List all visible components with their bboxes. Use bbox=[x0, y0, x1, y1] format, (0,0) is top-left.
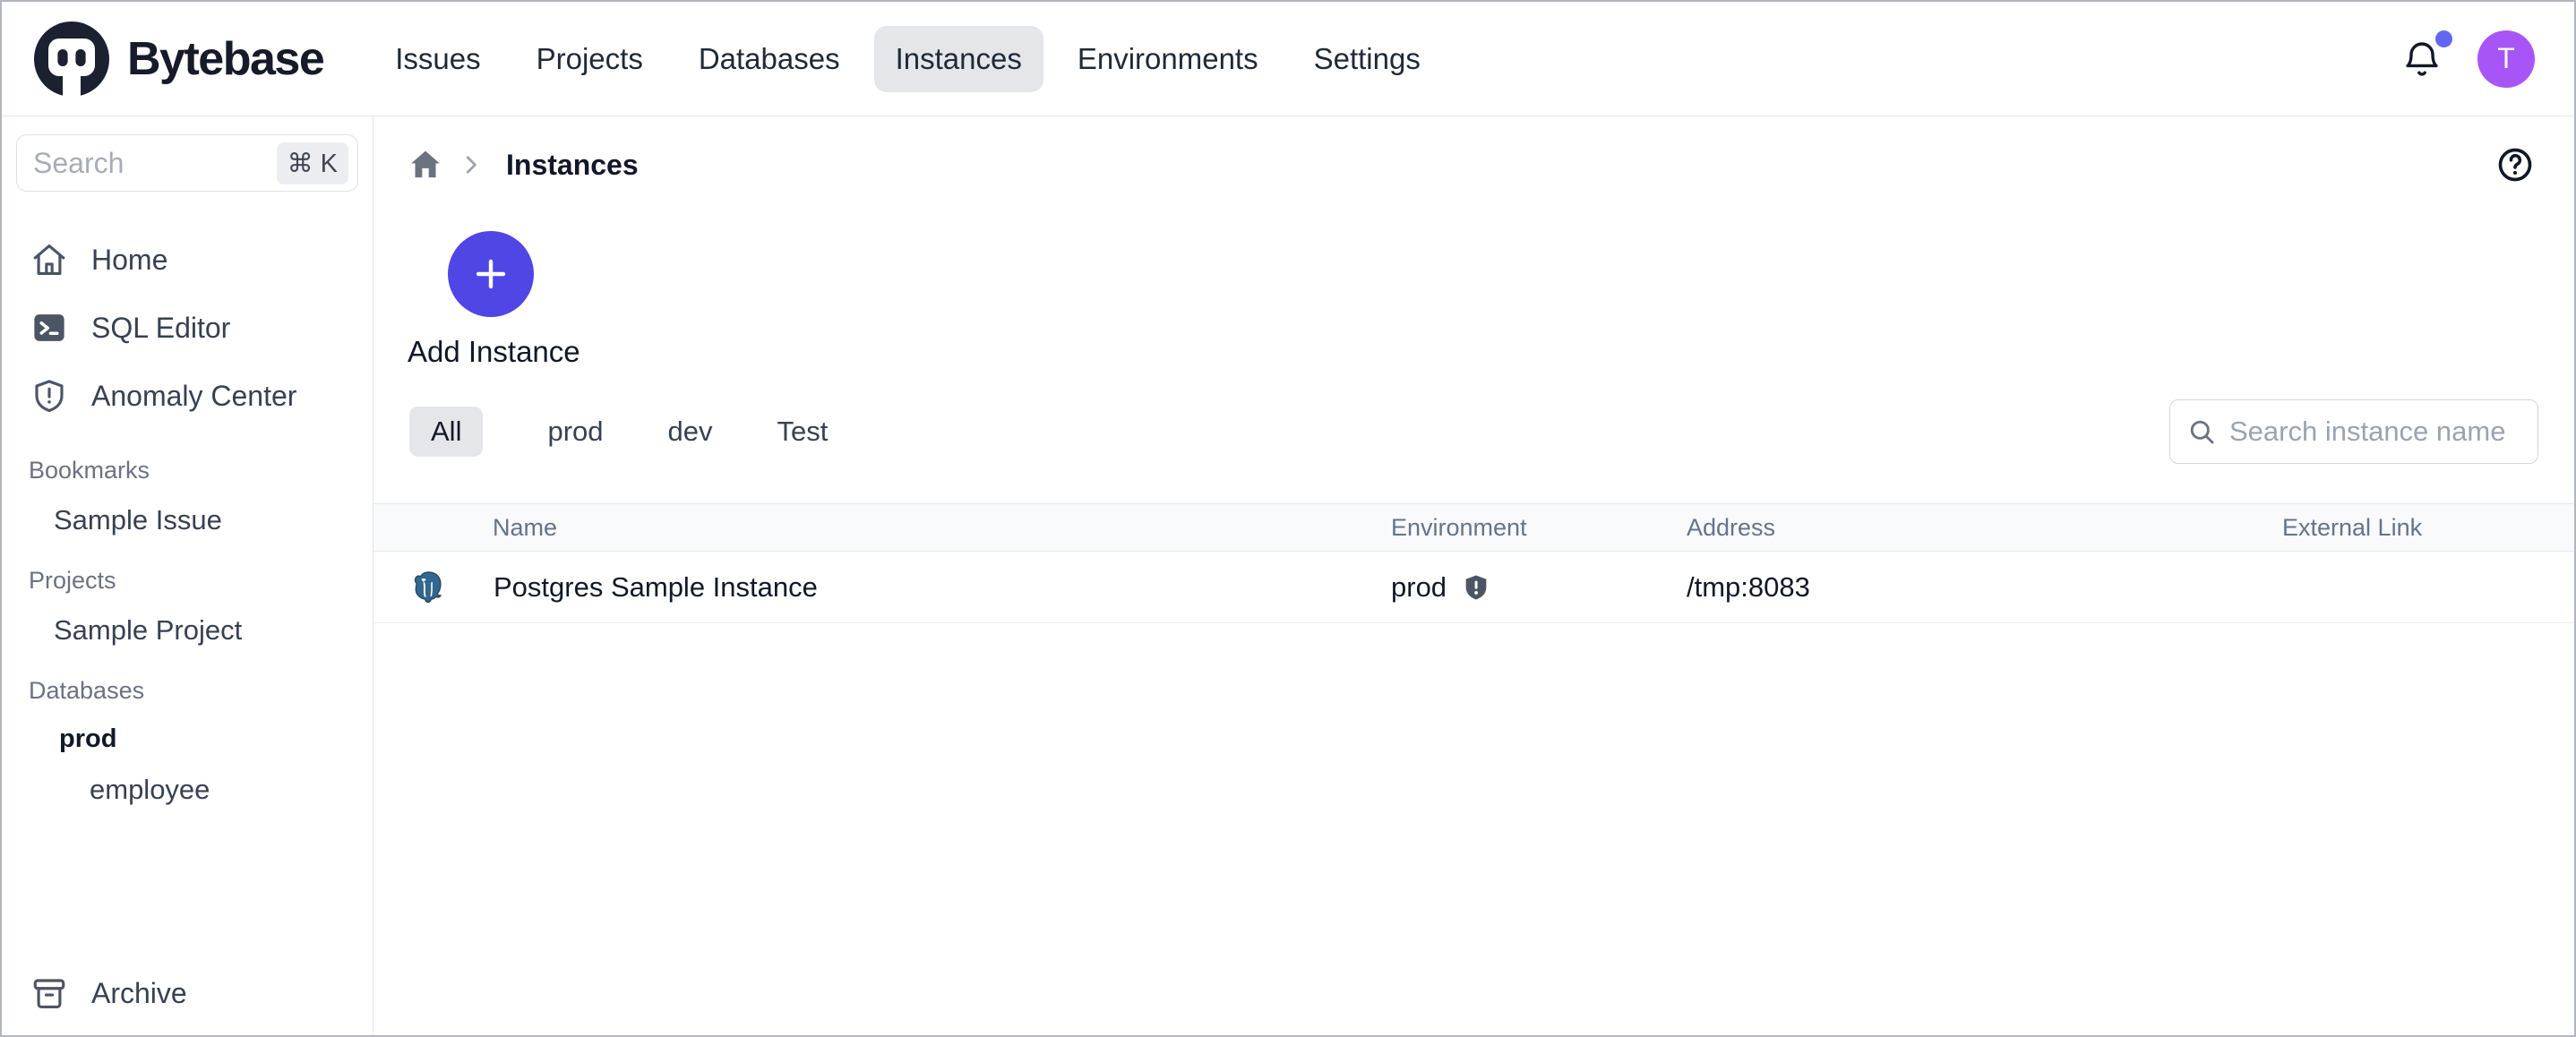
column-header-environment: Environment bbox=[1391, 514, 1687, 542]
filter-tab-test[interactable]: Test bbox=[777, 407, 828, 457]
sidebar: ⌘ K Home SQL Edi bbox=[2, 116, 374, 1035]
breadcrumb-current: Instances bbox=[506, 149, 639, 182]
environment-filter-row: All prod dev Test bbox=[374, 399, 2574, 464]
nav-item-settings[interactable]: Settings bbox=[1292, 26, 1442, 92]
notifications-button[interactable] bbox=[2400, 36, 2443, 82]
brand-name: Bytebase bbox=[127, 32, 323, 86]
sidebar-section-bookmarks: Bookmarks bbox=[2, 457, 373, 484]
top-navbar: Bytebase Issues Projects Databases Insta… bbox=[2, 2, 2574, 116]
home-filled-icon bbox=[408, 147, 443, 183]
instance-name-cell: Postgres Sample Instance bbox=[374, 569, 1391, 606]
home-icon bbox=[30, 241, 68, 279]
help-icon bbox=[2495, 145, 2535, 184]
postgresql-icon bbox=[409, 569, 447, 606]
sidebar-item-sql-editor[interactable]: SQL Editor bbox=[2, 297, 373, 358]
archive-icon bbox=[30, 974, 68, 1012]
sidebar-item-db-employee[interactable]: employee bbox=[2, 774, 373, 806]
bytebase-logo[interactable]: Bytebase bbox=[29, 16, 323, 102]
shield-alert-icon bbox=[30, 377, 68, 415]
instance-address-cell: /tmp:8083 bbox=[1687, 571, 2282, 604]
terminal-icon bbox=[30, 309, 68, 347]
topbar-actions: T bbox=[2400, 30, 2535, 88]
sidebar-nav: Home SQL Editor Anomal bbox=[2, 229, 373, 426]
breadcrumb-home-button[interactable] bbox=[408, 147, 443, 183]
sidebar-item-env-prod[interactable]: prod bbox=[2, 724, 373, 754]
chevron-right-icon bbox=[458, 151, 485, 178]
nav-item-issues[interactable]: Issues bbox=[374, 26, 502, 92]
column-header-address: Address bbox=[1687, 514, 2282, 542]
production-shield-icon bbox=[1461, 572, 1491, 603]
sidebar-section-projects: Projects bbox=[2, 567, 373, 595]
sidebar-search[interactable]: ⌘ K bbox=[16, 134, 358, 192]
search-shortcut-badge: ⌘ K bbox=[277, 142, 348, 184]
notification-dot bbox=[2435, 30, 2452, 47]
column-header-external-link: External Link bbox=[2282, 514, 2574, 542]
avatar-initial: T bbox=[2497, 42, 2515, 75]
sidebar-item-archive[interactable]: Archive bbox=[2, 974, 373, 1012]
sidebar-section-databases: Databases bbox=[2, 677, 373, 705]
search-input[interactable] bbox=[33, 147, 277, 180]
table-header-row: Name Environment Address External Link bbox=[374, 503, 2574, 552]
filter-tab-dev[interactable]: dev bbox=[668, 407, 713, 457]
nav-item-databases[interactable]: Databases bbox=[677, 26, 862, 92]
plus-icon bbox=[469, 253, 512, 296]
breadcrumb-row: Instances bbox=[374, 116, 2574, 186]
filter-tab-prod[interactable]: prod bbox=[547, 407, 603, 457]
nav-item-environments[interactable]: Environments bbox=[1056, 26, 1280, 92]
nav-item-instances[interactable]: Instances bbox=[874, 26, 1043, 92]
app-window: Bytebase Issues Projects Databases Insta… bbox=[0, 0, 2576, 1037]
instance-environment-cell: prod bbox=[1391, 571, 1687, 604]
avatar[interactable]: T bbox=[2477, 30, 2535, 88]
table-row[interactable]: Postgres Sample Instance prod /tmp:8083 bbox=[374, 552, 2574, 623]
sidebar-item-anomaly-center[interactable]: Anomaly Center bbox=[2, 365, 373, 426]
sidebar-item-label: Anomaly Center bbox=[91, 380, 296, 413]
add-instance-button[interactable]: Add Instance bbox=[408, 231, 574, 369]
breadcrumb: Instances bbox=[408, 147, 639, 183]
filter-tab-all[interactable]: All bbox=[409, 407, 483, 457]
sidebar-item-sample-project[interactable]: Sample Project bbox=[2, 614, 373, 647]
sidebar-item-sample-issue[interactable]: Sample Issue bbox=[2, 504, 373, 536]
instances-table: Name Environment Address External Link bbox=[374, 503, 2574, 623]
add-instance-label: Add Instance bbox=[408, 335, 574, 369]
search-icon bbox=[2186, 416, 2217, 447]
nav-item-projects[interactable]: Projects bbox=[515, 26, 665, 92]
primary-nav: Issues Projects Databases Instances Envi… bbox=[374, 26, 1442, 92]
instance-search-box[interactable] bbox=[2169, 399, 2538, 464]
environment-name: prod bbox=[1391, 571, 1447, 604]
help-button[interactable] bbox=[2495, 145, 2535, 184]
sidebar-footer-label: Archive bbox=[91, 977, 187, 1010]
column-header-name: Name bbox=[374, 514, 1391, 542]
main-content: Instances Add Instance bbox=[374, 116, 2574, 1035]
sidebar-item-label: SQL Editor bbox=[91, 312, 230, 345]
add-instance-circle[interactable] bbox=[448, 231, 534, 317]
instance-name: Postgres Sample Instance bbox=[494, 571, 818, 604]
instance-search-input[interactable] bbox=[2229, 416, 2521, 448]
sidebar-item-label: Home bbox=[91, 244, 167, 277]
sidebar-item-home[interactable]: Home bbox=[2, 229, 373, 290]
bytebase-mark-icon bbox=[29, 16, 115, 102]
